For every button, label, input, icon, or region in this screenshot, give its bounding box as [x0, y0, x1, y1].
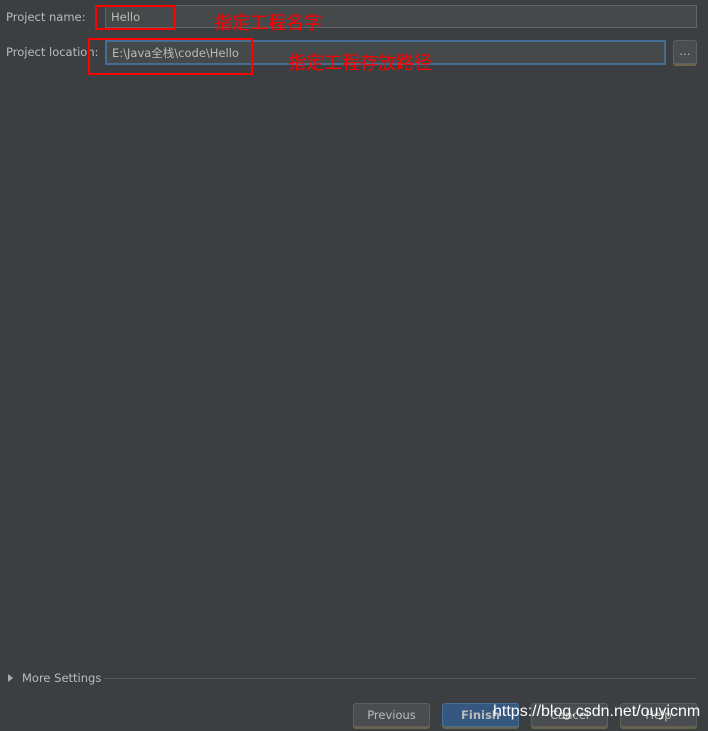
more-settings-toggle[interactable]: More Settings: [8, 671, 101, 685]
project-location-label: Project location:: [6, 45, 99, 59]
more-settings-label: More Settings: [22, 671, 102, 685]
browse-button[interactable]: ...: [673, 40, 697, 64]
divider: [104, 678, 696, 679]
previous-button[interactable]: Previous: [353, 703, 430, 727]
project-name-label: Project name:: [6, 10, 86, 24]
annotation-name: 指定工程名字: [214, 13, 322, 34]
project-name-input[interactable]: [105, 5, 697, 28]
annotation-location: 指定工程存放路径: [288, 53, 432, 74]
expand-triangle-icon: [8, 674, 13, 682]
watermark: https://blog.csdn.net/ouyicnm: [493, 703, 701, 720]
highlight-box-name: [95, 5, 176, 30]
highlight-box-location: [88, 38, 253, 75]
